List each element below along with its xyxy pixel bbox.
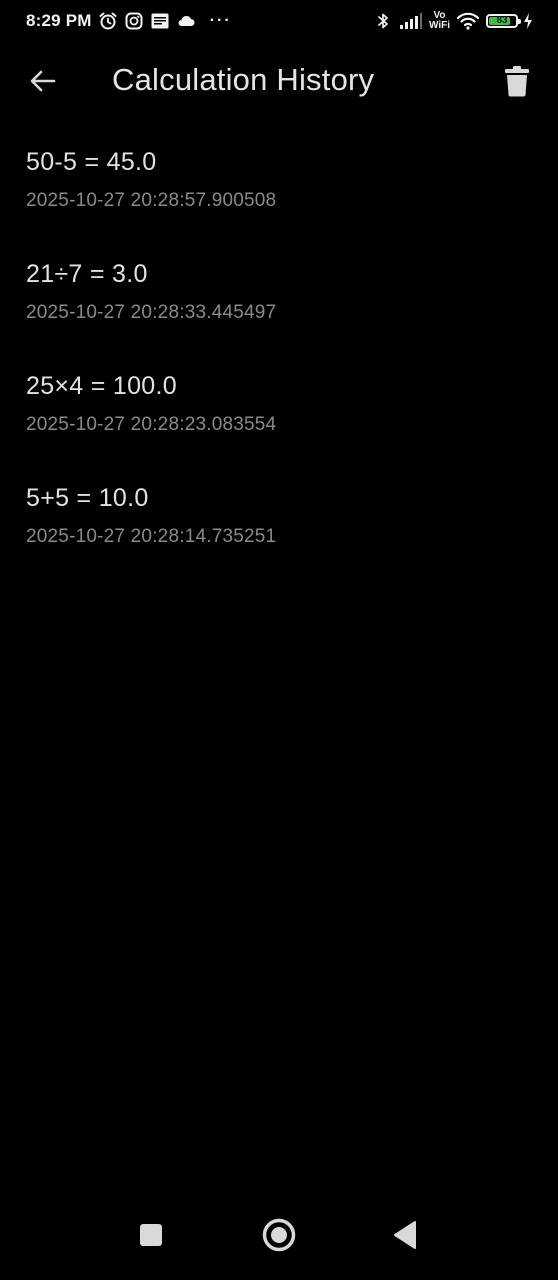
- history-expression: 25×4 = 100.0: [26, 372, 177, 400]
- recents-button[interactable]: [128, 1212, 174, 1258]
- charging-icon: [522, 11, 534, 31]
- battery-icon: 83: [486, 14, 521, 28]
- instagram-icon: [124, 11, 144, 31]
- page-title: Calculation History: [112, 62, 375, 97]
- clear-history-button[interactable]: [498, 62, 536, 100]
- back-triangle-icon: [394, 1221, 416, 1249]
- history-timestamp: 2025-10-27 20:28:23.083554: [26, 414, 277, 435]
- news-icon: [150, 11, 170, 31]
- history-item[interactable]: 21÷7 = 3.0 2025-10-27 20:28:33.445497: [0, 242, 558, 354]
- trash-icon: [505, 66, 529, 97]
- status-bar-right: Vo WiFi 83: [373, 9, 534, 33]
- history-list: 50-5 = 45.0 2025-10-27 20:28:57.900508 2…: [0, 130, 558, 578]
- alarm-icon: [98, 11, 118, 31]
- battery-cap: [518, 19, 521, 24]
- vowifi-label: Vo WiFi: [429, 11, 450, 31]
- status-bar: 8:29 PM ··· Vo WiFi 83: [0, 0, 558, 42]
- history-timestamp: 2025-10-27 20:28:57.900508: [26, 190, 277, 211]
- cloud-icon: [176, 11, 196, 31]
- more-notifications-indicator: ···: [209, 12, 232, 29]
- app-bar: Calculation History: [0, 42, 558, 120]
- history-expression: 21÷7 = 3.0: [26, 260, 148, 288]
- recents-square-icon: [140, 1224, 162, 1246]
- battery-level: 83: [496, 15, 508, 26]
- system-back-button[interactable]: [382, 1212, 428, 1258]
- home-circle-icon: [262, 1218, 296, 1252]
- signal-icon: [399, 11, 423, 31]
- bluetooth-icon: [373, 11, 393, 31]
- system-navigation-bar: [0, 1190, 558, 1280]
- status-bar-left: 8:29 PM ···: [26, 9, 232, 33]
- history-timestamp: 2025-10-27 20:28:33.445497: [26, 302, 277, 323]
- wifi-icon: [456, 11, 480, 31]
- history-item[interactable]: 50-5 = 45.0 2025-10-27 20:28:57.900508: [0, 130, 558, 242]
- history-item[interactable]: 25×4 = 100.0 2025-10-27 20:28:23.083554: [0, 354, 558, 466]
- home-button[interactable]: [256, 1212, 302, 1258]
- history-item[interactable]: 5+5 = 10.0 2025-10-27 20:28:14.735251: [0, 466, 558, 578]
- history-expression: 50-5 = 45.0: [26, 148, 157, 176]
- status-time: 8:29 PM: [26, 11, 92, 30]
- vowifi-label-bottom: WiFi: [428, 20, 450, 31]
- arrow-left-icon: [30, 70, 56, 92]
- history-timestamp: 2025-10-27 20:28:14.735251: [26, 526, 277, 547]
- back-button[interactable]: [26, 64, 60, 98]
- history-expression: 5+5 = 10.0: [26, 484, 149, 512]
